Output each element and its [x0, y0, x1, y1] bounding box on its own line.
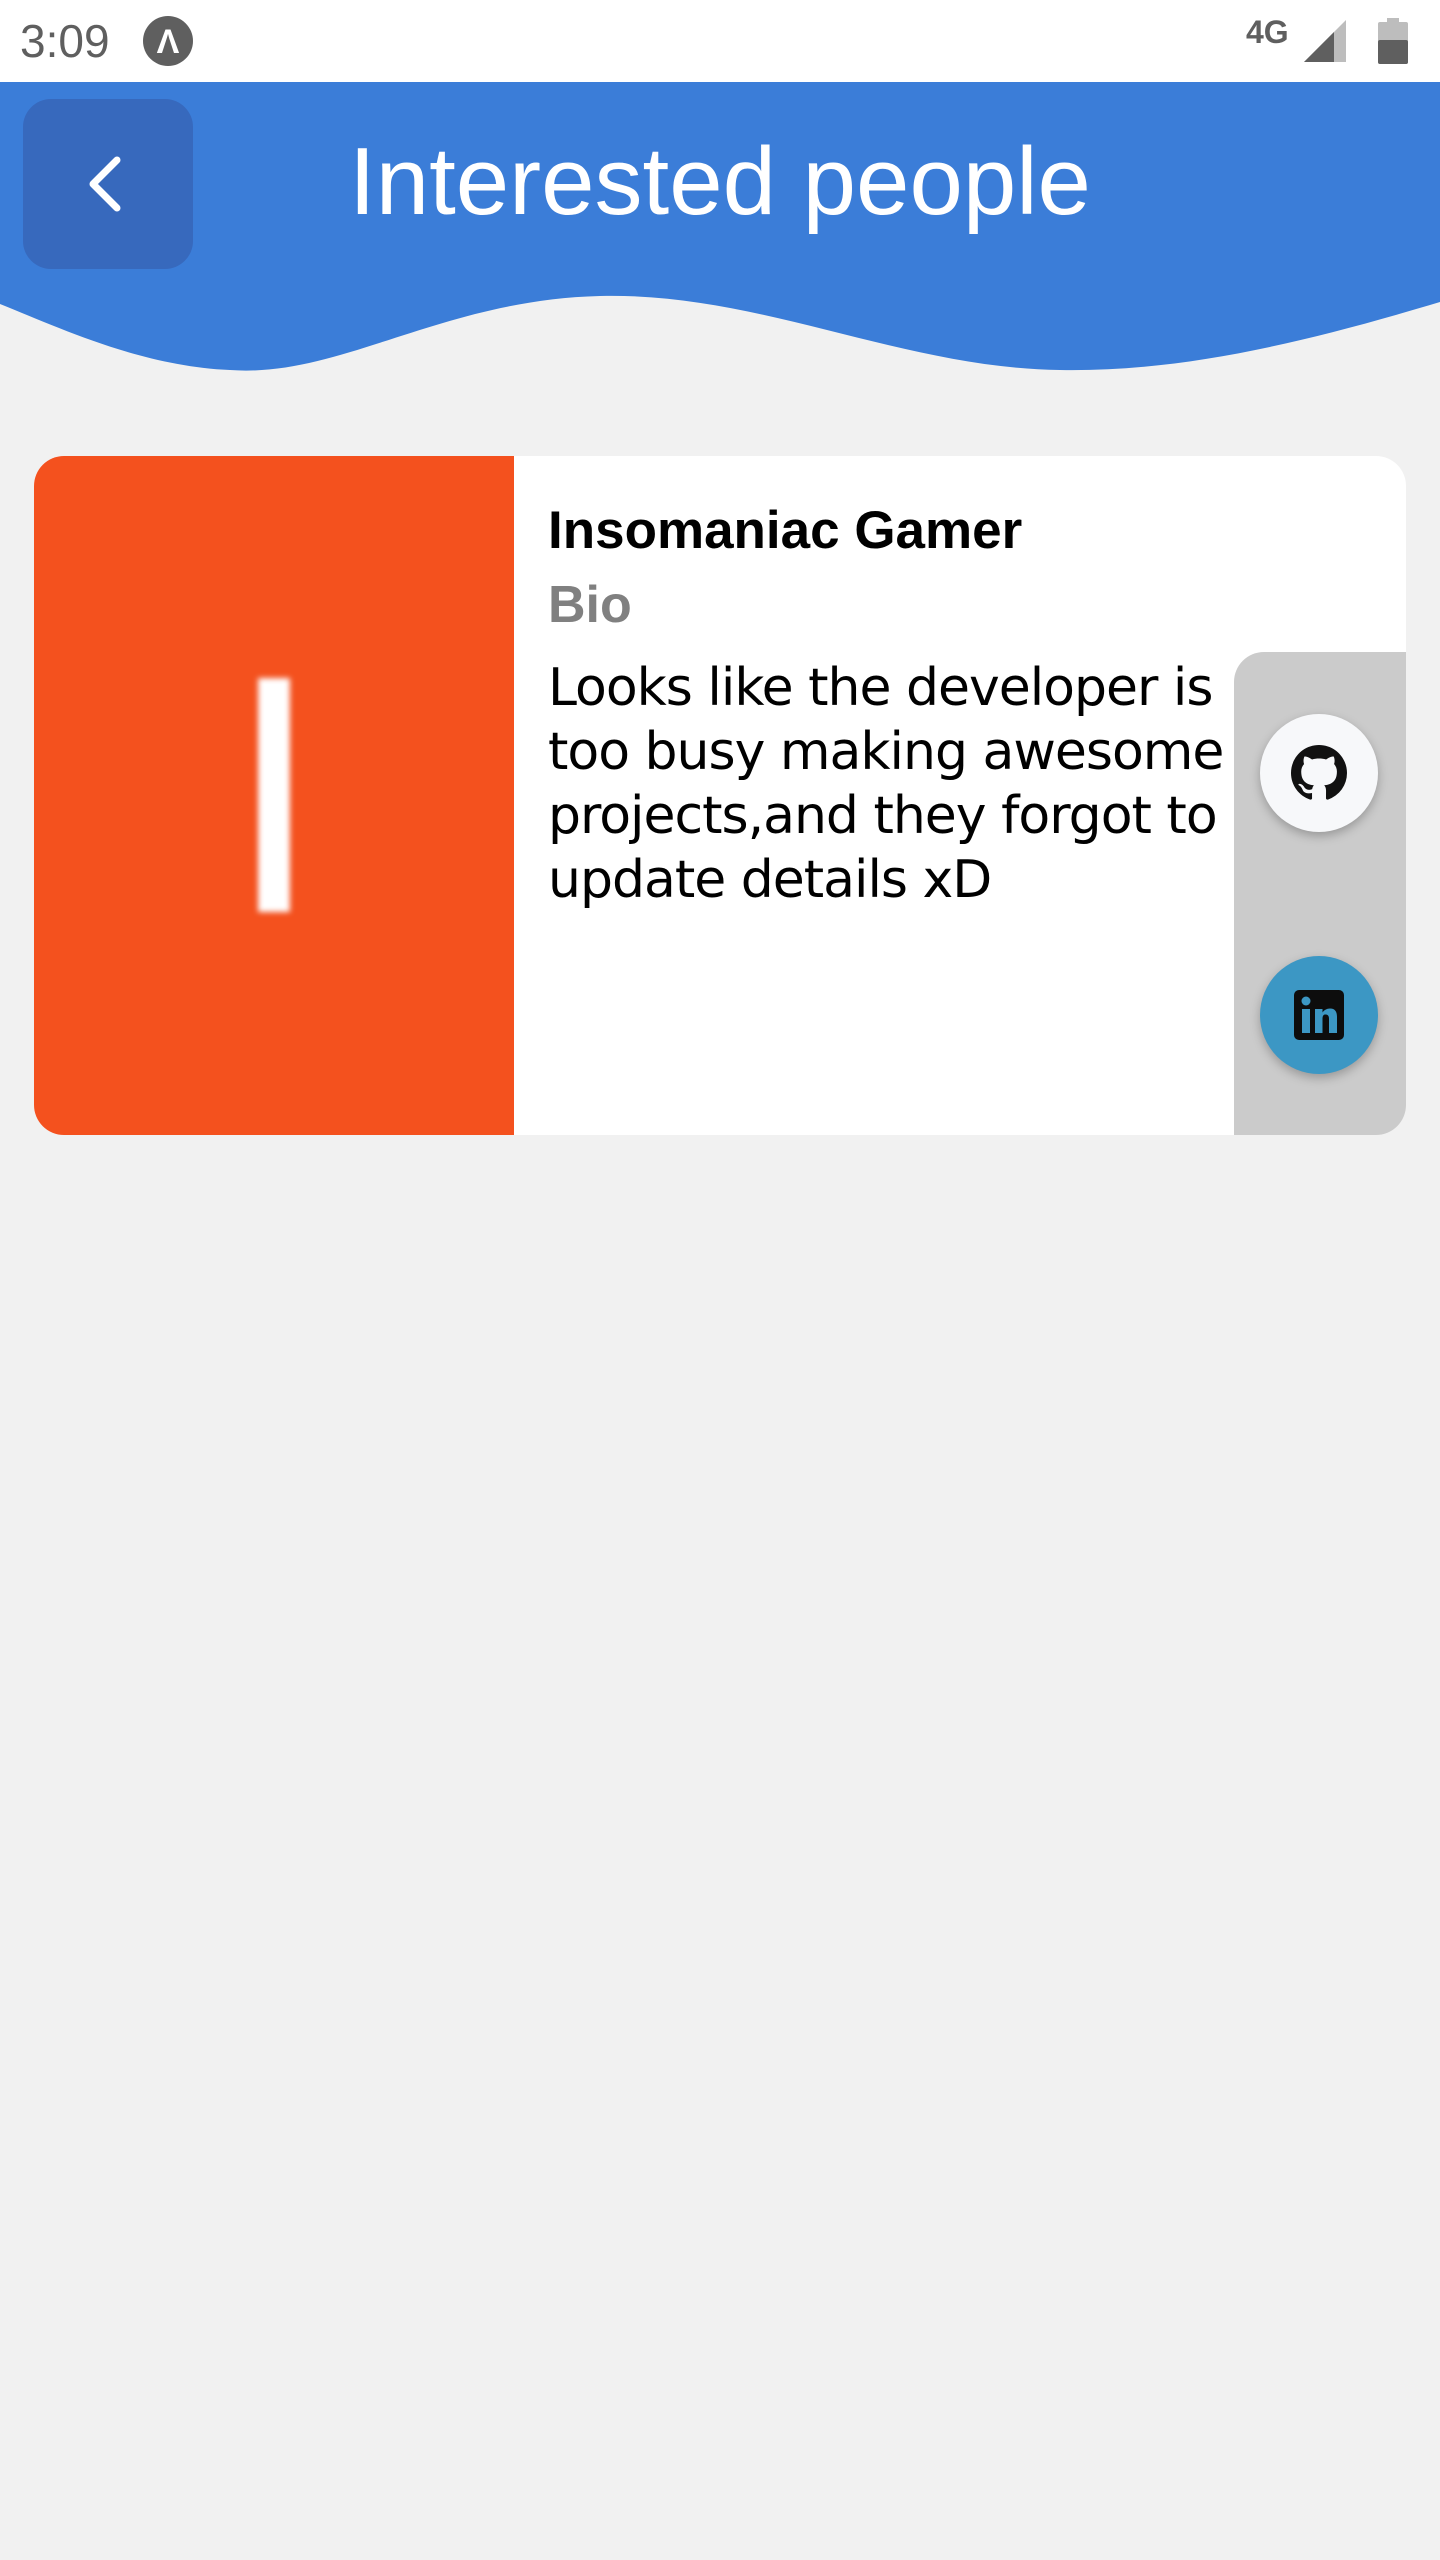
signal-icon: [1304, 20, 1346, 62]
social-links-panel: [1234, 652, 1406, 1135]
bio-text: Looks like the developer is too busy mak…: [548, 658, 1224, 910]
person-name: Insomaniac Gamer: [548, 501, 1023, 560]
status-time: 3:09: [20, 15, 110, 67]
bio-label: Bio: [548, 576, 632, 634]
github-button[interactable]: [1260, 714, 1378, 832]
header: Interested people: [0, 82, 1440, 382]
linkedin-icon: [1294, 990, 1344, 1040]
app-notification-icon: Λ: [143, 16, 193, 66]
network-type: 4G: [1246, 14, 1289, 50]
page-title: Interested people: [349, 128, 1091, 235]
linkedin-button[interactable]: [1260, 956, 1378, 1074]
status-bar: 3:09 Λ 4G: [0, 0, 1440, 82]
avatar-letter: I: [226, 605, 322, 985]
battery-icon: [1378, 18, 1408, 64]
person-card[interactable]: I Insomaniac Gamer Bio Looks like the de…: [34, 456, 1406, 1135]
avatar: I: [34, 456, 514, 1135]
github-icon: [1291, 745, 1347, 800]
